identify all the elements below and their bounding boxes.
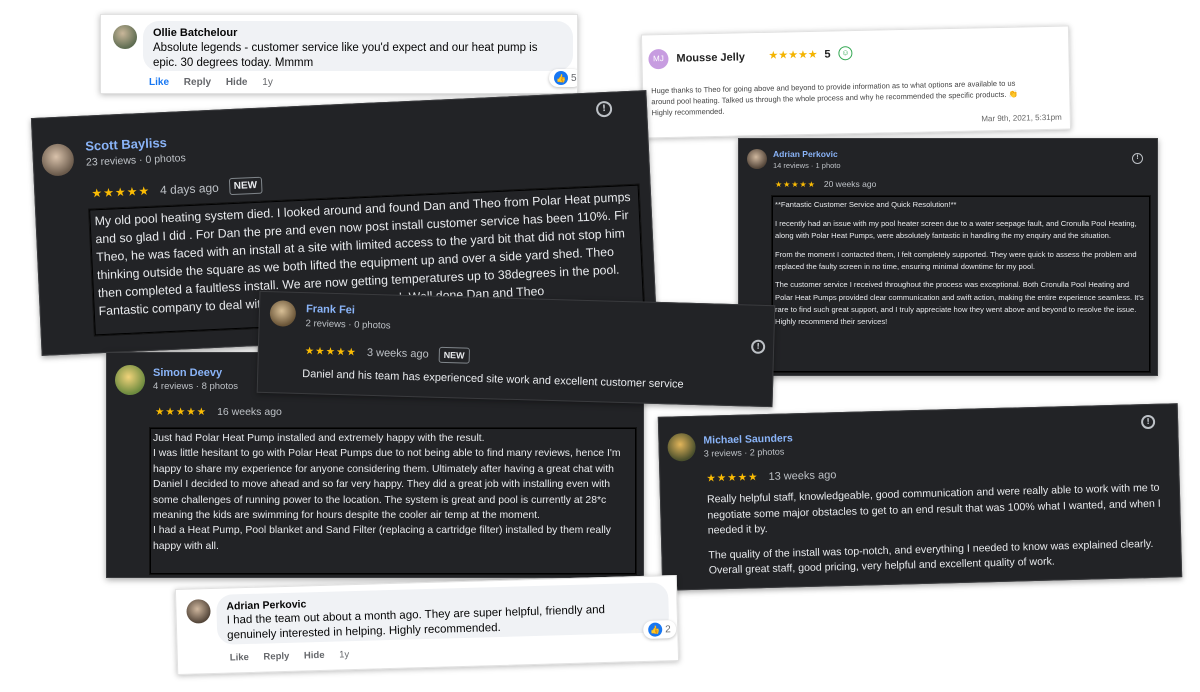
reviewer-name[interactable]: Michael Saunders [703,432,793,446]
reviewer-name[interactable]: Simon Deevy [153,367,222,379]
hide-link[interactable]: Hide [304,650,325,662]
star-rating: ★★★★★ [155,406,208,418]
reviewer-meta: 14 reviews · 1 photo [773,161,841,170]
avatar [747,149,767,169]
comment-time: 1y [339,649,350,661]
review-frank-fei: Frank Fei 2 reviews · 0 photos ! ★★★★★ 3… [256,290,776,408]
info-icon[interactable]: ! [595,100,613,118]
star-rating: ★★★★★ [775,179,816,189]
review-age: 3 weeks ago [366,346,429,361]
reply-link[interactable]: Reply [184,77,211,88]
review-paragraph: Just had Polar Heat Pump installed and e… [153,433,485,444]
review-paragraph: I recently had an issue with my pool hea… [775,218,1137,240]
info-icon[interactable]: ! [750,339,766,354]
reviewer-meta: 4 reviews · 8 photos [153,381,239,392]
review-adrian-perkovic: Adrian Perkovic 14 reviews · 1 photo ! ★… [738,138,1158,376]
reaction-count[interactable]: 👍 2 [642,620,677,639]
fb-comment-ollie: Ollie Batchelour Absolute legends - cust… [100,14,578,94]
star-rating: ★★★★★ [91,183,151,200]
review-mousse-jelly: MJ Mousse Jelly ★★★★★ 5 ☺ Huge thanks to… [640,25,1072,139]
reviewer-name: Mousse Jelly [676,51,746,65]
review-michael-saunders: Michael Saunders 3 reviews · 2 photos ! … [657,403,1183,591]
review-text: **Fantastic Customer Service and Quick R… [775,199,1147,328]
new-badge: NEW [228,176,263,196]
avatar [113,25,137,49]
reaction-count[interactable]: 👍 5 [549,69,577,87]
like-icon: 👍 [554,71,568,85]
review-paragraph: I was little hesitant to go with Polar H… [153,448,621,522]
review-paragraph: From the moment I contacted them, I felt… [775,249,1137,271]
comment-time: 1y [262,77,273,88]
like-icon: 👍 [648,622,663,637]
comment-text: Absolute legends - customer service like… [153,42,538,69]
review-paragraph: The customer service I received througho… [775,280,1144,326]
reviewer-name[interactable]: Frank Fei [306,303,355,316]
review-text: Daniel and his team has experienced site… [302,368,684,391]
comment-actions: Like Reply Hide 1y [230,649,362,664]
fb-comment-adrian-perkovic: Adrian Perkovic I had the team out about… [174,575,680,675]
hide-link[interactable]: Hide [226,77,248,88]
reviewer-meta: 23 reviews · 0 photos [85,152,186,169]
rating-row: ★★★★★ 13 weeks ago [706,469,836,484]
avatar [667,432,696,462]
like-link[interactable]: Like [230,652,249,664]
review-paragraph: **Fantastic Customer Service and Quick R… [775,200,957,209]
like-link[interactable]: Like [149,77,169,88]
reviewer-meta: 3 reviews · 2 photos [703,446,785,459]
rating-row: ★★★★★ 3 weeks ago NEW [305,343,470,364]
info-icon[interactable]: ! [1132,153,1143,164]
review-text: Just had Polar Heat Pump installed and e… [153,431,637,554]
rating-value: 5 [824,48,831,61]
comment-bubble: Adrian Perkovic I had the team out about… [216,582,670,645]
commenter-name: Ollie Batchelour [153,27,238,39]
smiley-icon: ☺ [838,46,853,61]
review-age: 13 weeks ago [768,469,837,483]
rating-row: ★★★★★ 20 weeks ago [775,179,876,189]
reviewer-meta: 2 reviews · 0 photos [305,318,391,332]
reply-link[interactable]: Reply [263,651,289,663]
avatar [115,365,145,395]
star-rating: ★★★★★ [304,345,358,359]
new-badge: NEW [438,346,470,364]
review-date: Mar 9th, 2021, 5:31pm [981,112,1062,124]
star-rating: ★★★★★ [706,471,759,485]
review-text: Huge thanks to Theo for going above and … [651,78,1018,118]
review-age: 16 weeks ago [217,406,282,418]
star-rating: ★★★★★ [768,48,818,62]
review-age: 4 days ago [159,180,220,197]
avatar [186,599,211,624]
reviewer-name[interactable]: Scott Bayliss [85,135,167,154]
info-icon[interactable]: ! [1140,414,1156,430]
reviewer-name[interactable]: Adrian Perkovic [773,149,838,159]
rating-row: ★★★★★ 16 weeks ago [155,406,282,418]
review-age: 20 weeks ago [823,179,877,189]
review-text: Really helpful staff, knowledgeable, goo… [707,480,1175,579]
avatar: MJ [648,48,669,70]
comment-bubble: Ollie Batchelour Absolute legends - cust… [143,21,573,71]
avatar [41,143,75,177]
comment-actions: Like Reply Hide 1y [149,77,285,88]
review-paragraph: I had a Heat Pump, Pool blanket and Sand… [153,525,611,552]
avatar [269,300,297,327]
rating-row: ★★★★★ 4 days ago NEW [91,176,263,202]
